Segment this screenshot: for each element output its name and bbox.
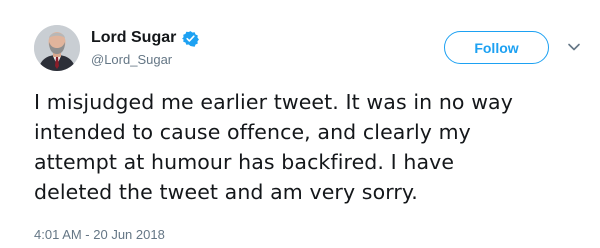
verified-badge-icon (182, 30, 200, 47)
tweet-text-line: intended to cause offence, and clearly m… (34, 120, 471, 144)
tweet-text-line: I misjudged me earlier tweet. It was in … (34, 90, 513, 114)
chevron-down-icon[interactable] (567, 42, 581, 52)
tweet-text-line: attempt at humour has backfired. I have (34, 150, 455, 174)
tweet-timestamp[interactable]: 4:01 AM - 20 Jun 2018 (34, 227, 165, 243)
avatar-image (34, 25, 80, 71)
follow-button[interactable]: Follow (444, 31, 549, 64)
tweet-card: Lord Sugar @Lord_Sugar Follow I misjudge… (0, 0, 600, 248)
user-handle[interactable]: @Lord_Sugar (91, 52, 172, 68)
tweet-text-line: deleted the tweet and am very sorry. (34, 180, 418, 204)
display-name-row: Lord Sugar (91, 28, 200, 48)
tweet-text: I misjudged me earlier tweet. It was in … (34, 87, 579, 207)
display-name[interactable]: Lord Sugar (91, 28, 176, 48)
avatar[interactable] (34, 25, 80, 71)
